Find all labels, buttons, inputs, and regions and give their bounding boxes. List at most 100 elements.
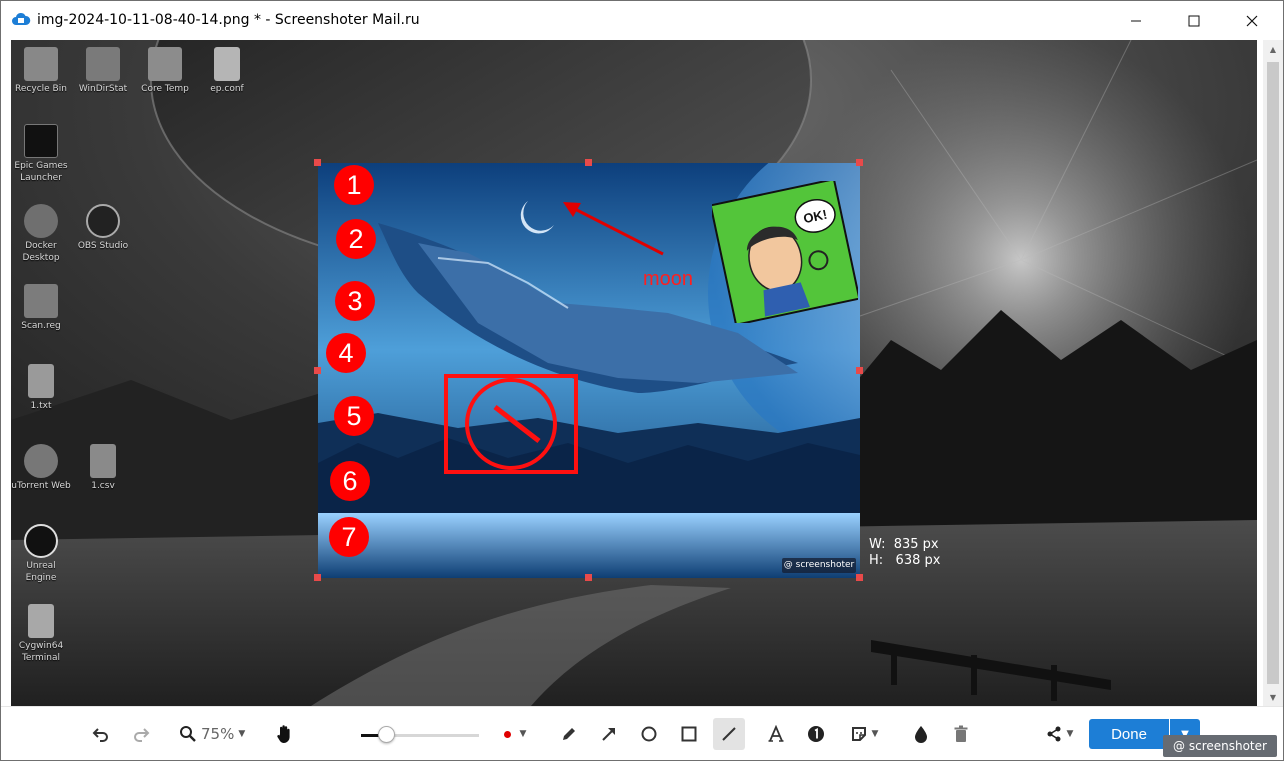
- cygwin-icon: [28, 604, 54, 638]
- chevron-down-icon: ▼: [519, 729, 527, 739]
- editor-canvas[interactable]: Recycle Bin WinDirStat Core Temp ep.conf…: [11, 40, 1257, 706]
- desktop-icon-docker[interactable]: Docker Desktop: [11, 204, 71, 264]
- share-button[interactable]: ▼: [1039, 720, 1079, 748]
- annotation-rectangle[interactable]: [443, 373, 581, 477]
- number-icon: [808, 726, 824, 742]
- done-button[interactable]: Done: [1089, 719, 1169, 749]
- desktop-icon-unreal[interactable]: Unreal Engine: [11, 524, 71, 584]
- sticker-tool-button[interactable]: ▼: [843, 720, 885, 748]
- chevron-down-icon: ▼: [1066, 729, 1074, 739]
- desktop-icon-label: 1.csv: [91, 481, 115, 491]
- desktop-icon-1-csv[interactable]: 1.csv: [73, 444, 133, 492]
- resize-handle-top[interactable]: [585, 159, 592, 166]
- redo-icon: [134, 728, 150, 742]
- rectangle-tool-button[interactable]: [677, 720, 701, 748]
- number-tool-button[interactable]: [804, 720, 828, 748]
- ellipse-tool-button[interactable]: [637, 720, 661, 748]
- desktop-icon-label: OBS Studio: [77, 241, 129, 251]
- resize-handle-left[interactable]: [314, 367, 321, 374]
- desktop-icon-label: ep.conf: [210, 84, 244, 94]
- chevron-down-icon: ▼: [871, 729, 879, 739]
- desktop-icon-utorrent[interactable]: uTorrent Web: [11, 444, 71, 492]
- scroll-down-icon[interactable]: ▼: [1263, 688, 1283, 706]
- color-dot-icon: [503, 730, 511, 738]
- editor-toolbar: 75% ▼ ▼ ▼ ▼ Done ▼ @ screenshoter: [1, 706, 1283, 760]
- screenshoter-app-icon: [12, 12, 31, 25]
- reg-file-icon: [24, 284, 58, 318]
- docker-icon: [24, 204, 58, 238]
- scroll-up-icon[interactable]: ▲: [1263, 40, 1283, 58]
- maximize-button[interactable]: [1165, 1, 1223, 40]
- desktop-icon-cygwin[interactable]: Cygwin64 Terminal: [11, 604, 71, 664]
- desktop-icon-label: Epic Games Launcher: [14, 161, 68, 183]
- resize-handle-bottom-left[interactable]: [314, 574, 321, 581]
- resize-handle-right[interactable]: [856, 367, 863, 374]
- desktop-icon-recycle-bin[interactable]: Recycle Bin: [11, 47, 71, 95]
- resize-handle-top-right[interactable]: [856, 159, 863, 166]
- color-picker[interactable]: ▼: [497, 720, 533, 748]
- ellipse-icon: [641, 726, 657, 742]
- number-marker-5[interactable]: 5: [334, 396, 374, 436]
- number-marker-6[interactable]: 6: [330, 461, 370, 501]
- line-icon: [722, 727, 736, 741]
- number-marker-2[interactable]: 2: [336, 219, 376, 259]
- line-tool-button[interactable]: [713, 718, 745, 750]
- number-marker-7[interactable]: 7: [329, 517, 369, 557]
- arrow-icon: [602, 728, 615, 741]
- brush-size-slider-thumb[interactable]: [378, 726, 395, 743]
- undo-button[interactable]: [89, 720, 113, 748]
- desktop-icon-ep-conf[interactable]: ep.conf: [197, 47, 257, 95]
- desktop-icon-obs[interactable]: OBS Studio: [73, 204, 133, 252]
- desktop-icon-label: Cygwin64 Terminal: [18, 641, 64, 663]
- zoom-dropdown[interactable]: 75% ▼: [179, 720, 259, 748]
- sticker-icon: [851, 727, 866, 741]
- resize-handle-bottom[interactable]: [585, 574, 592, 581]
- desktop-icon-1-txt[interactable]: 1.txt: [11, 364, 71, 412]
- pencil-icon: [563, 728, 575, 740]
- minimize-button[interactable]: [1107, 1, 1165, 40]
- delete-button[interactable]: [949, 720, 973, 748]
- moon-label[interactable]: moon: [643, 268, 693, 291]
- desktop-icon-scan-reg[interactable]: Scan.reg: [11, 284, 71, 332]
- chevron-down-icon: ▼: [238, 729, 246, 739]
- zoom-icon: [180, 726, 196, 742]
- obs-icon: [86, 204, 120, 238]
- resize-handle-bottom-right[interactable]: [856, 574, 863, 581]
- desktop-icon-label: Core Temp: [141, 84, 189, 94]
- file-icon: [214, 47, 240, 81]
- core-temp-icon: [148, 47, 182, 81]
- annotation-arrow[interactable]: [551, 190, 671, 260]
- desktop-icon-core-temp[interactable]: Core Temp: [135, 47, 195, 95]
- pencil-tool-button[interactable]: [557, 720, 581, 748]
- number-marker-1[interactable]: 1: [334, 165, 374, 205]
- app-window: img-2024-10-11-08-40-14.png * - Screensh…: [0, 0, 1284, 761]
- title-bar: img-2024-10-11-08-40-14.png * - Screensh…: [1, 1, 1283, 40]
- close-button[interactable]: [1223, 1, 1281, 40]
- selection-height: H: 638 px: [869, 553, 941, 568]
- image-watermark: @ screenshoter: [782, 558, 856, 573]
- unreal-engine-icon: [24, 524, 58, 558]
- epic-games-icon: [24, 124, 58, 158]
- zoom-level: 75%: [201, 725, 235, 743]
- desktop-icon-label: Docker Desktop: [22, 241, 60, 263]
- maximize-icon: [1188, 15, 1200, 26]
- scrollbar-thumb[interactable]: [1267, 62, 1279, 684]
- blur-tool-button[interactable]: [909, 720, 933, 748]
- ok-sticker: OK!: [712, 181, 858, 323]
- desktop-icon-epic-games[interactable]: Epic Games Launcher: [11, 124, 71, 184]
- desktop-icon-windirstat[interactable]: WinDirStat: [73, 47, 133, 95]
- resize-handle-top-left[interactable]: [314, 159, 321, 166]
- redo-button[interactable]: [129, 720, 153, 748]
- share-icon: [1047, 726, 1061, 742]
- text-tool-button[interactable]: [764, 720, 788, 748]
- rectangle-icon: [681, 726, 697, 742]
- utorrent-icon: [24, 444, 58, 478]
- number-marker-3[interactable]: 3: [335, 281, 375, 321]
- vertical-scrollbar[interactable]: ▲ ▼: [1263, 40, 1283, 706]
- number-marker-4[interactable]: 4: [326, 333, 366, 373]
- text-icon: [768, 725, 784, 742]
- hand-tool-button[interactable]: [273, 720, 297, 748]
- desktop-icon-label: Scan.reg: [21, 321, 61, 331]
- hand-icon: [277, 725, 290, 743]
- arrow-tool-button[interactable]: [597, 720, 621, 748]
